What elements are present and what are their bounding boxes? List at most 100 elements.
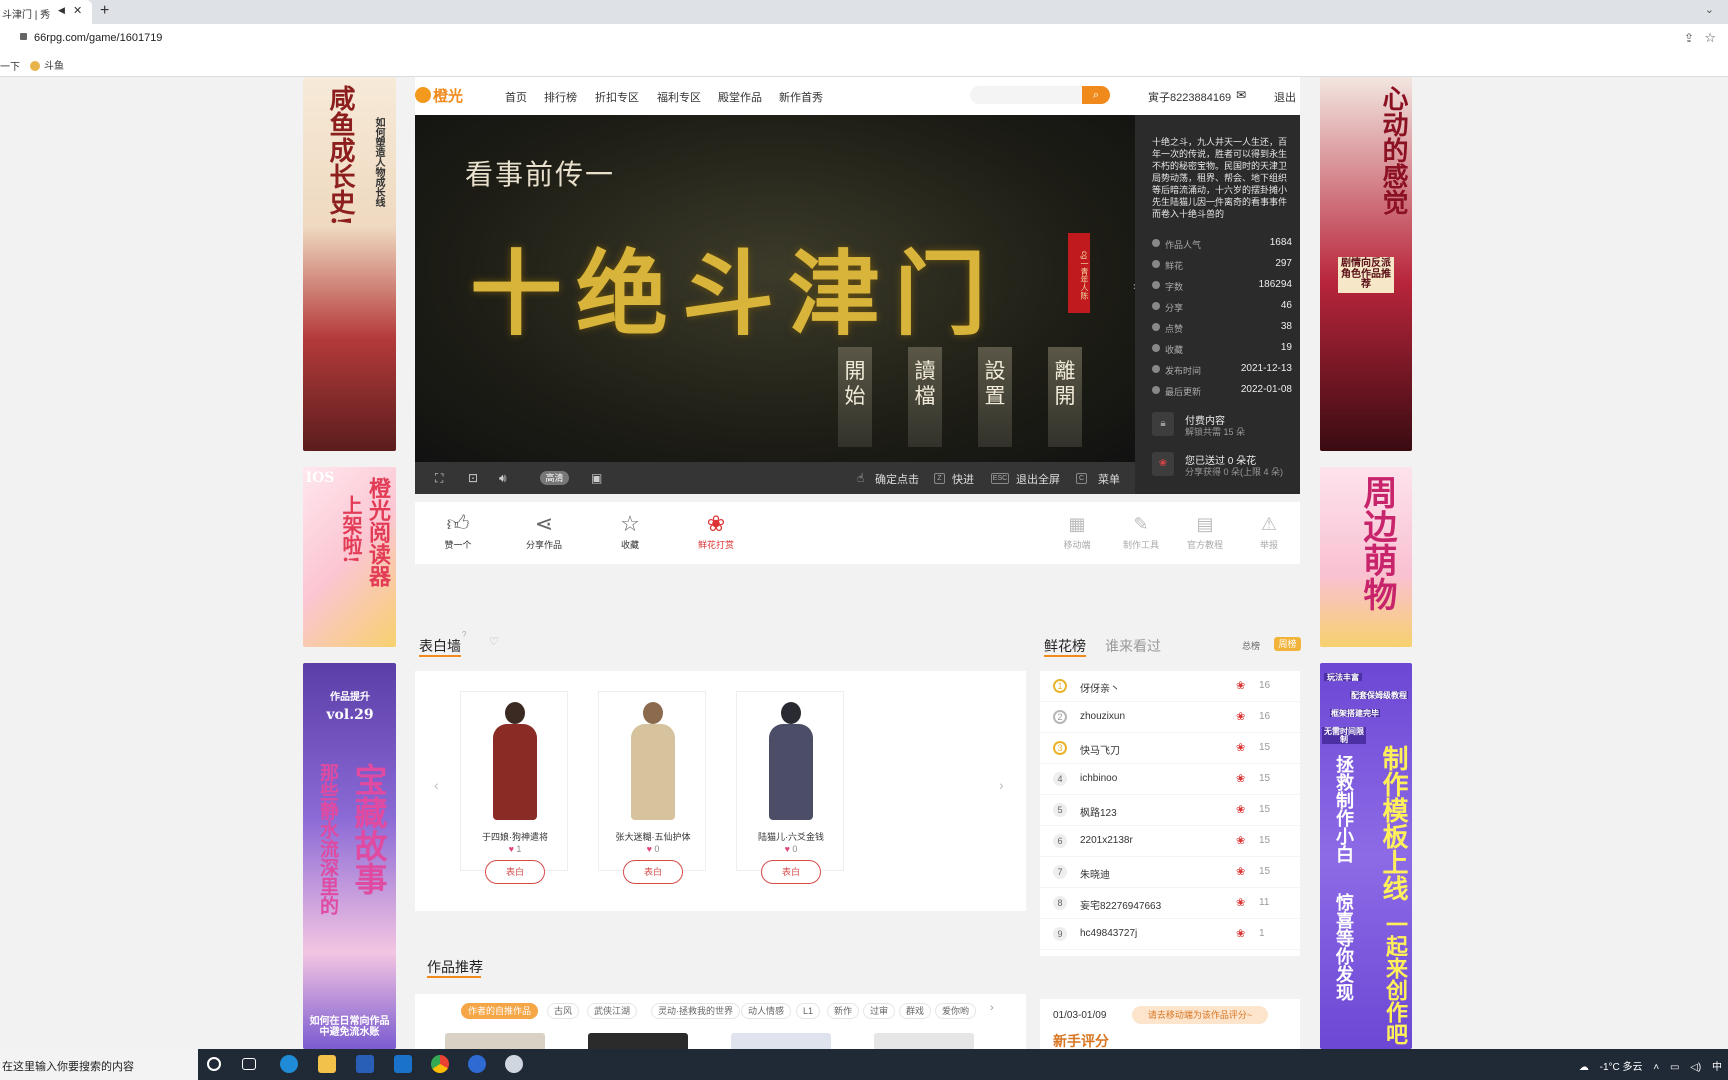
username[interactable]: 寅子8223884169 bbox=[1148, 89, 1231, 105]
mobile-button[interactable]: ▦ 移动端 bbox=[1055, 510, 1099, 551]
ranking-row[interactable]: 3 快马飞刀 ❀ 15 bbox=[1040, 733, 1300, 764]
store-icon[interactable] bbox=[356, 1055, 374, 1073]
recommend-chip[interactable]: 动人情感 bbox=[741, 1003, 792, 1019]
search-icon[interactable]: ⌕ bbox=[1082, 86, 1110, 104]
recommend-thumbnail[interactable] bbox=[445, 1033, 545, 1049]
wall-title[interactable]: 表白墙 bbox=[419, 636, 461, 656]
chrome-icon[interactable] bbox=[431, 1055, 449, 1073]
fullscreen-icon[interactable]: ⛶ bbox=[435, 471, 443, 486]
url-field[interactable]: 66rpg.com/game/1601719 bbox=[34, 32, 162, 44]
ranking-week-toggle[interactable]: 周榜 bbox=[1274, 637, 1301, 651]
ranking-row[interactable]: 1 伢伢亲丶 ❀ 16 bbox=[1040, 671, 1300, 702]
confess-button[interactable]: 表白 bbox=[623, 860, 683, 884]
exit-fullscreen-label[interactable]: 退出全屏 bbox=[1016, 471, 1060, 487]
ranking-row[interactable]: 2 zhouzixun ❀ 16 bbox=[1040, 702, 1300, 733]
share-icon[interactable]: ⇪ bbox=[1684, 31, 1694, 45]
report-button[interactable]: ⚠ 举报 bbox=[1247, 510, 1291, 551]
browser-tab[interactable]: 斗津门 | 秀 ◀ ✕ bbox=[0, 0, 92, 24]
flowers-sent[interactable]: ❀ 您已送过 0 朵花 分享获得 0 朵(上限 4 朵) bbox=[1152, 452, 1292, 482]
volume-icon[interactable]: 🔊︎ bbox=[499, 471, 507, 486]
chevron-down-icon[interactable]: ⌄ bbox=[1212, 199, 1220, 210]
favorite-button[interactable]: ☆ 收藏 bbox=[600, 510, 660, 551]
confess-button[interactable]: 表白 bbox=[485, 860, 545, 884]
ime-indicator[interactable]: 中 bbox=[1712, 1062, 1722, 1073]
recommend-chip[interactable]: L1 bbox=[796, 1003, 821, 1019]
search-input[interactable] bbox=[970, 86, 1082, 104]
recommend-chip[interactable]: 群戏 bbox=[899, 1003, 932, 1019]
volume-icon[interactable]: ◁) bbox=[1690, 1062, 1701, 1073]
ranking-row[interactable]: 6 2201x2138r ❀ 15 bbox=[1040, 826, 1300, 857]
like-button[interactable]: 👍︎ 赞一个 bbox=[428, 510, 488, 551]
recommend-chip[interactable]: 过审 bbox=[863, 1003, 896, 1019]
recommend-thumbnail[interactable] bbox=[588, 1033, 688, 1049]
help-icon[interactable]: ? bbox=[462, 630, 466, 639]
task-view-icon[interactable] bbox=[242, 1058, 256, 1070]
nav-home[interactable]: 首页 bbox=[505, 89, 527, 105]
mail-icon[interactable] bbox=[394, 1055, 412, 1073]
recommend-chip[interactable]: 灵动·拯救我的世界 bbox=[651, 1003, 740, 1019]
new-tab-icon[interactable]: + bbox=[100, 2, 109, 20]
nav-hall[interactable]: 殿堂作品 bbox=[718, 89, 762, 105]
paid-content[interactable]: 🔒︎ 付费内容 解锁共需 15 朵 bbox=[1152, 412, 1292, 442]
speaker-icon[interactable]: ◀ bbox=[58, 5, 65, 16]
taskbar-search[interactable]: 在这里输入你要搜索的内容 bbox=[0, 1049, 198, 1080]
recommend-chip[interactable]: 新作 bbox=[827, 1003, 860, 1019]
recommend-thumbnail[interactable] bbox=[731, 1033, 831, 1049]
cortana-icon[interactable] bbox=[207, 1057, 221, 1071]
ad-right-bottom[interactable]: 玩法丰富 配套保姆级教程 框架搭建完毕 无需时间限制 制作模板上线 拯救制作小白… bbox=[1320, 663, 1412, 1049]
ranking-row[interactable]: 8 妄宅82276947663 ❀ 11 bbox=[1040, 888, 1300, 919]
chevron-down-icon[interactable]: ⌄ bbox=[1705, 3, 1714, 16]
confirm-click-label[interactable]: 确定点击 bbox=[875, 471, 919, 487]
heart-icon[interactable]: ♡ bbox=[489, 635, 499, 648]
screenshot-icon[interactable]: ▣ bbox=[591, 471, 602, 485]
site-logo[interactable]: 橙光 bbox=[415, 83, 473, 105]
app-icon[interactable] bbox=[468, 1055, 486, 1073]
chevron-up-icon[interactable]: ˄ bbox=[1653, 1062, 1659, 1073]
lock-icon[interactable] bbox=[20, 33, 27, 40]
nav-ranking[interactable]: 排行榜 bbox=[544, 89, 577, 105]
recommend-chip-active[interactable]: 作者的自推作品 bbox=[461, 1003, 539, 1019]
expand-icon[interactable]: ⊡ bbox=[468, 471, 478, 485]
bookmark-star-icon[interactable]: ☆ bbox=[1704, 30, 1716, 46]
ranking-row[interactable]: 4 ichbinoo ❀ 15 bbox=[1040, 764, 1300, 795]
chevron-left-icon[interactable]: ‹ bbox=[434, 777, 439, 793]
cloud-icon[interactable]: ☁ bbox=[1579, 1062, 1589, 1073]
quality-toggle[interactable]: 高清 bbox=[540, 471, 569, 485]
game-exit-button[interactable]: 離開 bbox=[1048, 347, 1082, 447]
bookmark-item[interactable]: 一下 bbox=[0, 58, 20, 73]
tab-flower-ranking[interactable]: 鲜花榜 bbox=[1044, 636, 1086, 656]
chevron-right-icon[interactable]: › bbox=[990, 1002, 994, 1014]
ranking-row[interactable]: 5 枫路123 ❀ 15 bbox=[1040, 795, 1300, 826]
game-canvas[interactable]: 看事前传一 十绝斗津门 cg一青年人陈 開始 讀檔 設置 離開 bbox=[415, 115, 1135, 462]
recommend-chip[interactable]: 爱你哟 bbox=[935, 1003, 977, 1019]
recommend-chip[interactable]: 武侠江湖 bbox=[587, 1003, 638, 1019]
edge-icon[interactable] bbox=[280, 1055, 298, 1073]
ad-left-mid[interactable]: 橙光阅读器 上架啦! IOS bbox=[303, 467, 396, 647]
ranking-row[interactable]: 7 朱晓迪 ❀ 15 bbox=[1040, 857, 1300, 888]
tutorial-button[interactable]: ▤ 官方教程 bbox=[1183, 510, 1227, 551]
recommend-thumbnail[interactable] bbox=[874, 1033, 974, 1049]
ad-right-mid[interactable]: 周边萌物 bbox=[1320, 467, 1412, 647]
chevron-right-icon[interactable]: › bbox=[999, 777, 1004, 793]
app-icon[interactable] bbox=[505, 1055, 523, 1073]
weather-text[interactable]: -1°C 多云 bbox=[1600, 1062, 1643, 1073]
file-explorer-icon[interactable] bbox=[318, 1055, 336, 1073]
game-settings-button[interactable]: 設置 bbox=[978, 347, 1012, 447]
nav-discount[interactable]: 折扣专区 bbox=[595, 89, 639, 105]
ranking-total-toggle[interactable]: 总榜 bbox=[1242, 639, 1260, 652]
game-load-button[interactable]: 讀檔 bbox=[908, 347, 942, 447]
logout-link[interactable]: 退出 bbox=[1274, 89, 1296, 105]
fast-forward-label[interactable]: 快进 bbox=[952, 471, 974, 487]
confess-button[interactable]: 表白 bbox=[761, 860, 821, 884]
menu-label[interactable]: 菜单 bbox=[1098, 471, 1120, 487]
evaluation-tip[interactable]: 请去移动端为该作品评分~ bbox=[1132, 1006, 1268, 1024]
nav-welfare[interactable]: 福利专区 bbox=[657, 89, 701, 105]
tab-visitors[interactable]: 谁来看过 bbox=[1105, 636, 1161, 656]
ranking-row[interactable]: 9 hc49843727j ❀ 1 bbox=[1040, 919, 1300, 950]
flower-reward-button[interactable]: ❀ 鲜花打赏 bbox=[686, 510, 746, 551]
ad-left-bottom[interactable]: 作品提升 vol.29 那些静水流深里的 宝藏故事 如何在日常向作品中避免流水账 bbox=[303, 663, 396, 1049]
recommend-chip[interactable]: 古风 bbox=[547, 1003, 580, 1019]
close-icon[interactable]: ✕ bbox=[73, 4, 82, 17]
tools-button[interactable]: ✎ 制作工具 bbox=[1119, 510, 1163, 551]
ad-right-top[interactable]: 心动的感觉 剧情向反派角色作品推荐 bbox=[1320, 77, 1412, 451]
